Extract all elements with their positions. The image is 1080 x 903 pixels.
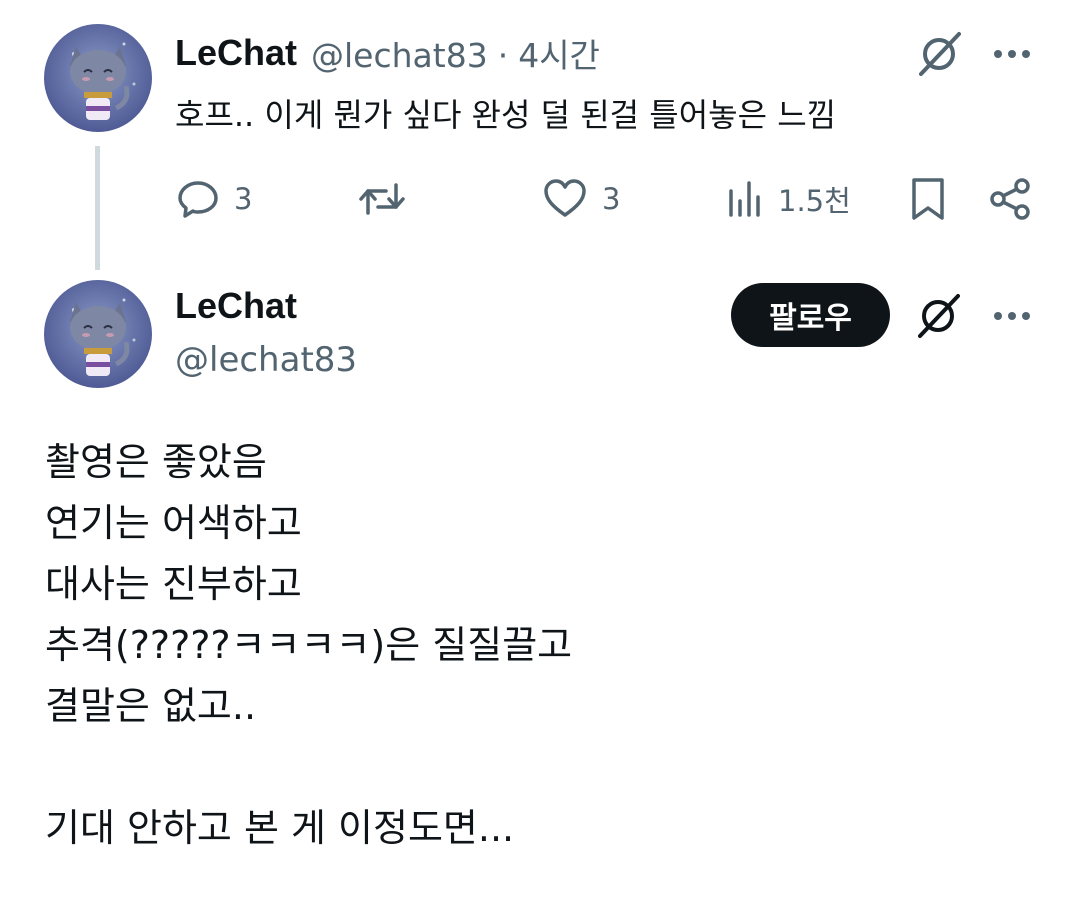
retweet-button[interactable] (358, 168, 420, 230)
avatar[interactable] (44, 280, 152, 388)
tweet1-meta: @lechat83 · 4시간 (311, 29, 600, 77)
cat-avatar-image (44, 24, 152, 132)
tweet-line: 촬영은 좋았음 (45, 440, 267, 484)
tweet-line: 추격(?????ㅋㅋㅋㅋ)은 질질끌고 (45, 623, 573, 667)
display-name[interactable]: LeChat (175, 32, 297, 74)
tweet-line: 연기는 어색하고 (45, 501, 302, 545)
retweet-icon (359, 183, 405, 215)
follow-button[interactable]: 팔로우 (731, 283, 890, 347)
tweet-line (45, 737, 572, 798)
views-button[interactable]: 1.5천 (726, 168, 851, 230)
timestamp[interactable]: 4시간 (518, 36, 600, 75)
reply-count: 3 (234, 182, 253, 216)
more-icon[interactable] (990, 32, 1034, 76)
separator: · (497, 36, 509, 75)
share-icon (990, 178, 1030, 220)
reply-icon (178, 181, 218, 218)
grok-icon[interactable] (914, 292, 962, 340)
views-icon (729, 181, 760, 217)
bookmark-icon (912, 178, 944, 220)
like-button[interactable]: 3 (542, 168, 620, 230)
bookmark-button[interactable] (908, 168, 948, 230)
display-name[interactable]: LeChat (175, 285, 297, 327)
tweet2-text: 촬영은 좋았음 연기는 어색하고 대사는 진부하고 추격(?????ㅋㅋㅋㅋ)은… (45, 432, 572, 859)
like-count: 3 (602, 182, 621, 216)
like-icon (544, 179, 586, 217)
tweet-line: 결말은 없고.. (45, 684, 257, 728)
handle[interactable]: @lechat83 (311, 36, 488, 75)
avatar[interactable] (44, 24, 152, 132)
tweet-line: 기대 안하고 본 게 이정도면... (45, 806, 515, 850)
more-icon[interactable] (990, 294, 1034, 338)
tweet-line: 대사는 진부하고 (45, 562, 302, 606)
handle[interactable]: @lechat83 (175, 340, 357, 380)
share-button[interactable] (988, 168, 1032, 230)
grok-icon[interactable] (915, 30, 963, 78)
tweet1-header: LeChat @lechat83 · 4시간 (175, 28, 600, 78)
cat-avatar-image (44, 280, 152, 388)
reply-button[interactable]: 3 (176, 168, 252, 230)
tweet1-actions: 3 3 1.5천 (0, 168, 1080, 230)
views-count: 1.5천 (778, 184, 851, 218)
tweet1-text: 호프.. 이게 뭔가 싶다 완성 덜 된걸 틀어놓은 느낌 (175, 96, 837, 134)
